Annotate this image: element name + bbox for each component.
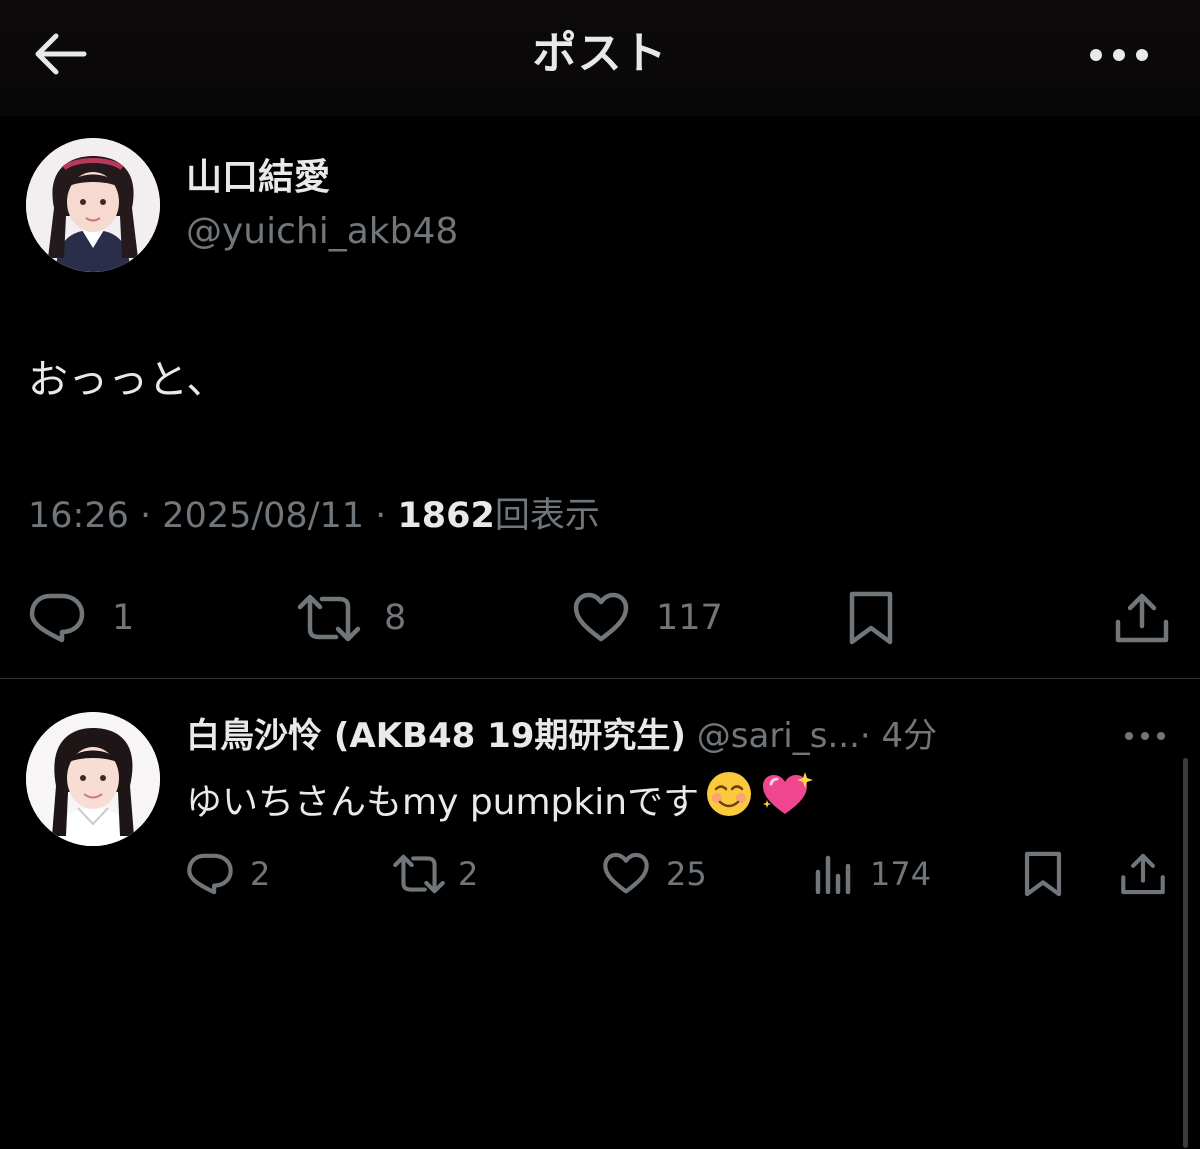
reply-reply-button[interactable]: 2: [186, 848, 270, 900]
meta-separator: ·: [375, 496, 387, 536]
divider: [0, 678, 1200, 679]
more-horizontal-icon: [1090, 49, 1148, 61]
reply-like-count: 25: [666, 855, 707, 893]
share-icon: [1121, 853, 1165, 895]
reply-author-name[interactable]: 白鳥沙怜 (AKB48 19期研究生): [186, 716, 686, 756]
page-title: ポスト: [532, 28, 668, 79]
heart-icon: [573, 592, 629, 642]
reply-text-row: ゆいちさんもmy pumpkinです: [186, 770, 814, 835]
share-button[interactable]: [1114, 590, 1170, 646]
reply-like-button[interactable]: 25: [602, 848, 707, 900]
repost-icon: [297, 594, 361, 642]
reply-bookmark-button[interactable]: [1022, 848, 1064, 900]
repost-icon: [393, 854, 445, 894]
reply-icon: [29, 593, 85, 643]
reply-button[interactable]: 1: [28, 590, 134, 646]
post-date: 2025/08/11: [162, 496, 365, 536]
bookmark-button[interactable]: [846, 590, 896, 646]
repost-count: 8: [384, 598, 407, 638]
post-author-handle[interactable]: @yuichi_akb48: [186, 208, 458, 256]
like-button[interactable]: 117: [572, 590, 723, 646]
post-meta: 16:26 · 2025/08/11 · 1862回表示: [28, 492, 600, 540]
analytics-icon: [815, 855, 851, 894]
scrollbar[interactable]: [1183, 758, 1188, 1148]
top-bar: ポスト: [0, 0, 1200, 116]
reply-count: 1: [112, 598, 135, 638]
reply-repost-button[interactable]: 2: [392, 848, 478, 900]
post-author-avatar[interactable]: [26, 138, 160, 272]
reply-separator: ·: [859, 716, 871, 756]
heart-icon: [603, 852, 649, 894]
reply-header: 白鳥沙怜 (AKB48 19期研究生) @sari_s...· 4分: [186, 712, 937, 760]
reply-share-button[interactable]: [1120, 848, 1166, 900]
sparkling-heart-icon: [759, 770, 814, 835]
repost-button[interactable]: 8: [296, 590, 406, 646]
post-time: 16:26: [28, 496, 129, 536]
more-options-button[interactable]: [1084, 30, 1154, 80]
smiling-face-icon: [705, 770, 753, 835]
reply-time[interactable]: 4分: [882, 716, 938, 756]
reply-views-button[interactable]: 174: [814, 848, 931, 900]
reply-repost-count: 2: [458, 855, 479, 893]
reply-author-handle[interactable]: @sari_s...: [697, 716, 860, 756]
reply-text: ゆいちさんもmy pumpkinです: [186, 781, 700, 823]
reply-reply-count: 2: [250, 855, 271, 893]
post-author-name[interactable]: 山口結愛: [186, 154, 330, 202]
more-horizontal-icon: [1125, 732, 1165, 740]
reply-view-count: 174: [870, 855, 932, 893]
like-count: 117: [656, 598, 723, 638]
reply-author-avatar[interactable]: [26, 712, 160, 846]
reply-icon: [187, 853, 233, 895]
view-count-label[interactable]: 回表示: [495, 496, 600, 536]
reply-more-button[interactable]: [1118, 716, 1172, 756]
view-count[interactable]: 1862: [397, 496, 494, 536]
share-icon: [1115, 593, 1169, 643]
bookmark-icon: [849, 591, 893, 645]
bookmark-icon: [1024, 851, 1062, 897]
post-text: おっっと、: [28, 357, 227, 403]
meta-separator: ·: [140, 496, 152, 536]
